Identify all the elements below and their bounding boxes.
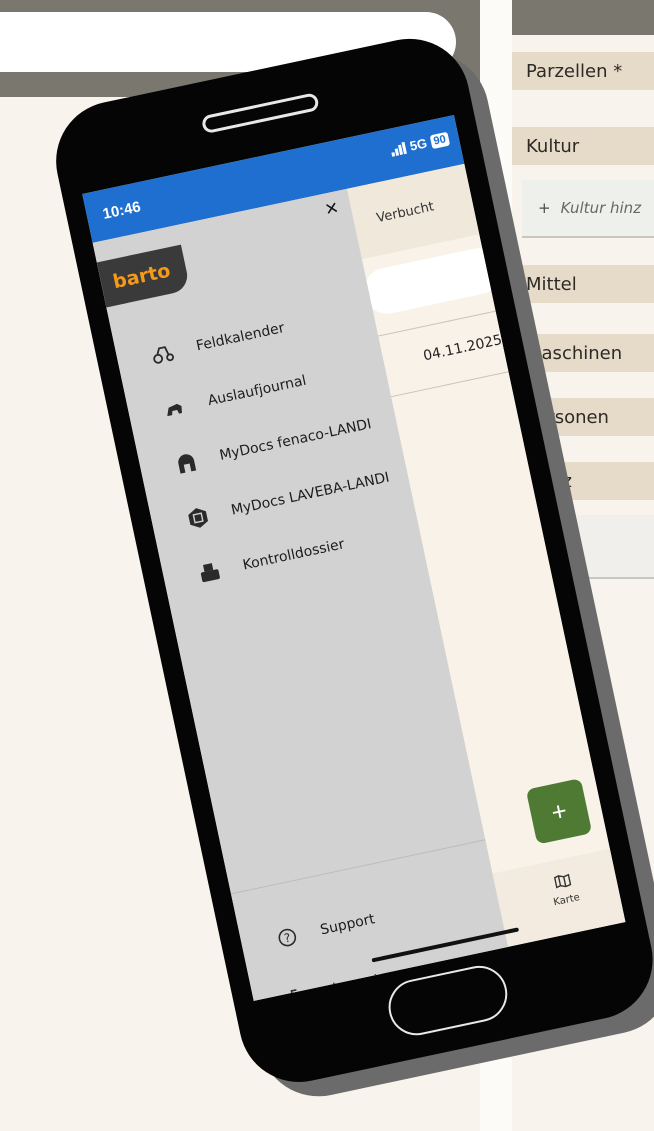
status-indicators: 5G 90	[390, 131, 451, 158]
printer-icon	[196, 559, 224, 587]
entry-date[interactable]: 04.11.2025	[422, 332, 504, 364]
landi-icon	[172, 449, 200, 477]
menu-item-label: Kontrolldossier	[241, 536, 346, 574]
menu-item-label: Support	[318, 911, 377, 939]
section-mittel: Mittel	[512, 265, 654, 303]
help-icon: ?	[273, 923, 301, 951]
row-divider	[391, 371, 509, 398]
network-label: 5G	[408, 135, 429, 154]
form-header	[512, 0, 654, 35]
close-icon[interactable]: ×	[313, 189, 351, 227]
menu-item-label: Feldkalender	[194, 320, 286, 355]
section-kultur: Kultur	[512, 127, 654, 165]
barto-logo: barto	[96, 244, 191, 308]
add-kultur-label: Kultur hinz	[560, 199, 642, 217]
svg-text:?: ?	[283, 931, 292, 946]
menu-item-label: Auslaufjournal	[206, 372, 308, 410]
section-parzellen: Parzellen *	[512, 52, 654, 90]
section-maschinen: Maschinen	[512, 334, 654, 372]
documents-icon	[184, 504, 212, 532]
add-kultur-button[interactable]: + Kultur hinz	[522, 180, 654, 238]
tractor-icon	[149, 339, 177, 367]
signal-icon	[390, 141, 408, 157]
row-divider	[378, 310, 496, 337]
status-time: 10:46	[101, 198, 143, 223]
add-entry-button[interactable]: +	[525, 778, 593, 845]
plus-icon: +	[538, 199, 551, 217]
cow-icon	[161, 394, 189, 422]
battery-icon: 90	[429, 131, 451, 149]
